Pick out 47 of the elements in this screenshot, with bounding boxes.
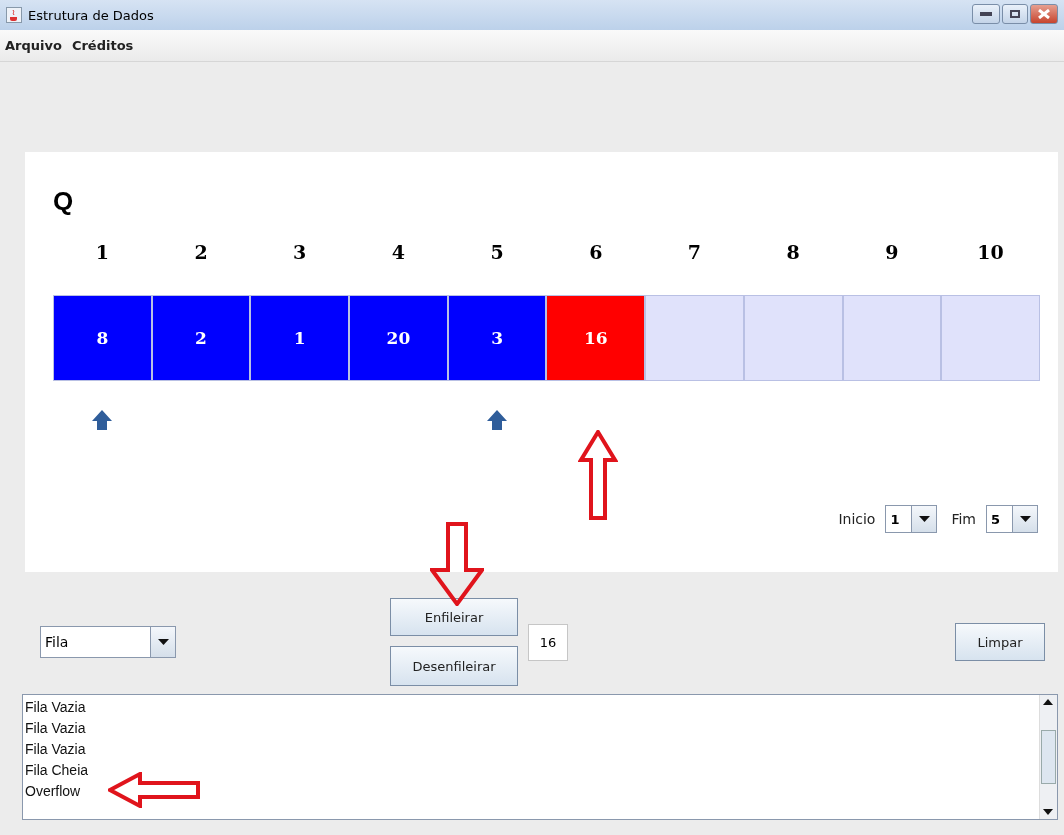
- window-title: Estrutura de Dados: [28, 7, 154, 23]
- scrollbar[interactable]: [1039, 695, 1057, 819]
- start-label: Inicio: [838, 511, 876, 527]
- index-label: 9: [885, 241, 899, 263]
- caret-icon: [157, 639, 169, 645]
- index-label: 3: [293, 241, 307, 263]
- caret-icon: [918, 516, 930, 522]
- queue-cell: 3: [447, 295, 547, 381]
- queue-title: Q: [53, 186, 74, 217]
- queue-cell: 8: [53, 295, 152, 381]
- queue-cell: 20: [349, 295, 448, 381]
- index-label: 2: [194, 241, 208, 263]
- structure-dropdown[interactable]: Fila: [40, 626, 176, 658]
- up-arrow-icon: [486, 409, 509, 431]
- minimize-icon: [980, 12, 992, 16]
- log-line: Fila Cheia: [25, 761, 89, 780]
- clear-button[interactable]: Limpar: [955, 623, 1045, 661]
- end-label: Fim: [951, 511, 976, 527]
- queue-cell: 2: [151, 295, 251, 381]
- log-line: Overflow: [25, 782, 81, 801]
- minimize-button[interactable]: [972, 4, 1000, 24]
- queue-cell: 16: [546, 295, 646, 381]
- up-arrow-icon: [91, 409, 114, 431]
- start-dropdown[interactable]: 1: [885, 505, 938, 533]
- enqueue-button[interactable]: Enfileirar: [390, 598, 518, 636]
- queue-cell: 1: [250, 295, 350, 381]
- maximize-icon: [1010, 10, 1020, 18]
- log-line: Fila Vazia: [25, 740, 86, 759]
- caret-icon: [1019, 516, 1031, 522]
- index-label: 4: [391, 241, 405, 263]
- close-button[interactable]: [1030, 4, 1058, 24]
- index-label: 10: [977, 241, 1004, 263]
- log-line: Fila Vazia: [25, 719, 86, 738]
- java-cup-icon: [6, 7, 22, 23]
- menu-item[interactable]: Arquivo: [5, 38, 62, 53]
- maximize-button[interactable]: [1002, 4, 1028, 24]
- close-icon: [1038, 9, 1050, 19]
- value-field[interactable]: 16: [528, 623, 568, 661]
- index-label: 5: [490, 241, 504, 263]
- log-line: Fila Vazia: [25, 698, 86, 717]
- index-label: 1: [95, 241, 109, 263]
- end-dropdown[interactable]: 5: [986, 505, 1038, 533]
- menu-item[interactable]: Créditos: [71, 38, 134, 53]
- index-label: 6: [589, 241, 603, 263]
- dequeue-button[interactable]: Desenfileirar: [390, 646, 518, 686]
- index-label: 8: [786, 241, 800, 263]
- index-label: 7: [687, 241, 702, 263]
